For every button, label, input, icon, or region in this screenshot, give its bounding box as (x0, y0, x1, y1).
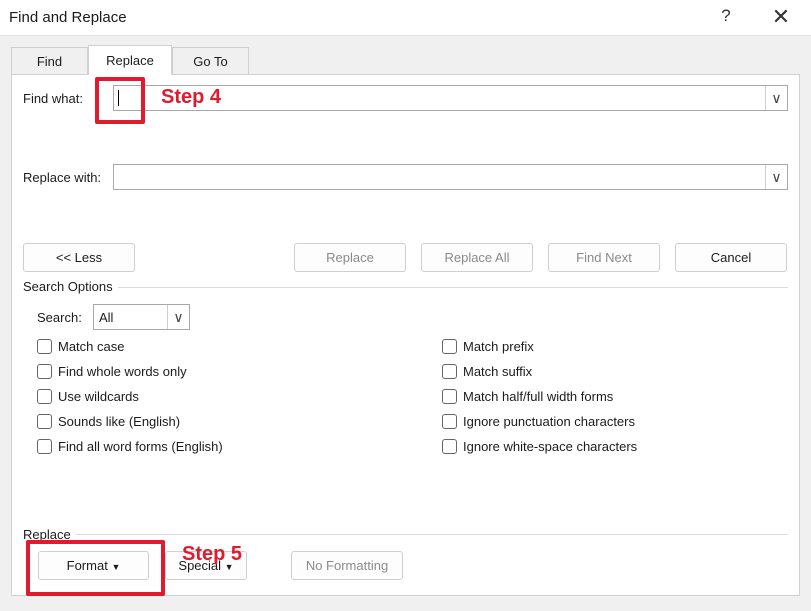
checkbox-box[interactable] (37, 439, 52, 454)
search-label: Search: (37, 310, 82, 325)
checkbox-box[interactable] (442, 439, 457, 454)
search-direction-value: All (99, 310, 114, 325)
checkbox-label: Ignore punctuation characters (463, 414, 635, 429)
divider (118, 287, 788, 288)
tab-go-to[interactable]: Go To (172, 47, 249, 74)
checkbox-label: Find whole words only (58, 364, 187, 379)
checkbox-label: Match prefix (463, 339, 534, 354)
step4-label: Step 4 (161, 86, 222, 108)
checkbox-label: Find all word forms (English) (58, 439, 223, 454)
checkbox-box[interactable] (442, 364, 457, 379)
checkbox-box[interactable] (442, 339, 457, 354)
chevron-down-icon[interactable]: ∨ (765, 86, 787, 110)
no-formatting-button[interactable]: No Formatting (291, 551, 403, 580)
chevron-down-icon[interactable]: ∨ (167, 305, 189, 329)
checkbox-box[interactable] (37, 364, 52, 379)
checkbox-label: Match case (58, 339, 125, 354)
replace-tab-panel (11, 74, 800, 596)
checkbox-box[interactable] (37, 389, 52, 404)
less-button[interactable]: << Less (23, 243, 135, 272)
checkbox-box[interactable] (442, 414, 457, 429)
checkbox-box[interactable] (37, 414, 52, 429)
match-suffix-checkbox[interactable]: Match suffix (442, 363, 532, 381)
replace-with-label: Replace with: (23, 170, 102, 185)
checkbox-box[interactable] (442, 389, 457, 404)
window-title: Find and Replace (9, 9, 127, 26)
step5-highlight-box (26, 540, 165, 596)
checkbox-label: Use wildcards (58, 389, 139, 404)
whole-words-checkbox[interactable]: Find whole words only (37, 363, 187, 381)
match-case-checkbox[interactable]: Match case (37, 338, 124, 356)
search-direction-select[interactable]: All ∨ (93, 304, 190, 330)
checkbox-box[interactable] (37, 339, 52, 354)
title-bar: Find and Replace ? ✕ (0, 0, 811, 36)
ignore-punctuation-checkbox[interactable]: Ignore punctuation characters (442, 413, 635, 431)
step5-label: Step 5 (182, 543, 243, 565)
help-button[interactable]: ? (716, 6, 736, 26)
close-button[interactable]: ✕ (770, 4, 792, 30)
chevron-down-icon[interactable]: ∨ (765, 165, 787, 189)
search-options-heading: Search Options (23, 279, 113, 294)
tab-replace[interactable]: Replace (88, 45, 172, 75)
cancel-button[interactable]: Cancel (675, 243, 787, 272)
checkbox-label: Sounds like (English) (58, 414, 181, 429)
divider (75, 534, 788, 535)
checkbox-label: Match suffix (463, 364, 533, 379)
sounds-like-checkbox[interactable]: Sounds like (English) (37, 413, 180, 431)
use-wildcards-checkbox[interactable]: Use wildcards (37, 388, 139, 406)
match-prefix-checkbox[interactable]: Match prefix (442, 338, 534, 356)
checkbox-label: Match half/full width forms (463, 389, 614, 404)
step4-highlight-box (95, 77, 145, 124)
find-what-label: Find what: (23, 91, 83, 106)
ignore-whitespace-checkbox[interactable]: Ignore white-space characters (442, 438, 637, 456)
replace-button[interactable]: Replace (294, 243, 406, 272)
tab-find[interactable]: Find (11, 47, 88, 74)
replace-all-button[interactable]: Replace All (421, 243, 533, 272)
find-next-button[interactable]: Find Next (548, 243, 660, 272)
replace-with-combo[interactable]: ∨ (113, 164, 788, 190)
half-full-width-checkbox[interactable]: Match half/full width forms (442, 388, 613, 406)
word-forms-checkbox[interactable]: Find all word forms (English) (37, 438, 223, 456)
checkbox-label: Ignore white-space characters (463, 439, 638, 454)
